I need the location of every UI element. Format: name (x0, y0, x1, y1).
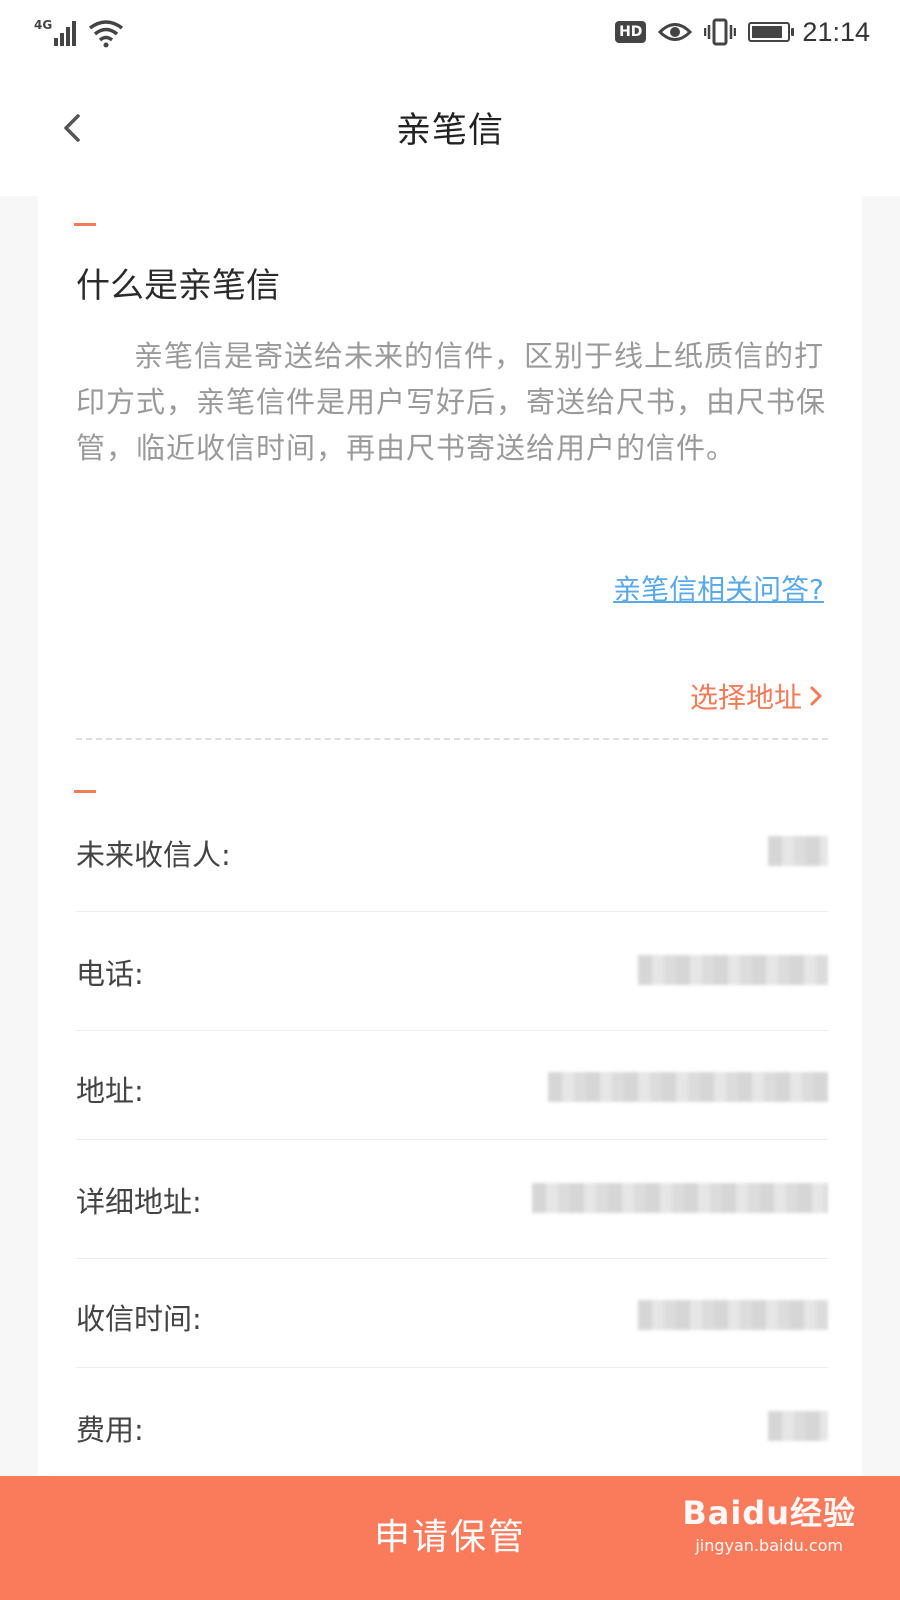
cell-signal-icon: 4G (34, 18, 78, 48)
row-value-redacted (768, 836, 828, 866)
row-label: 电话: (76, 957, 144, 991)
select-address-label: 选择地址 (689, 681, 802, 714)
row-value-redacted (638, 955, 828, 985)
faq-link[interactable]: 亲笔信相关问答? (613, 568, 824, 608)
dashed-divider (76, 738, 828, 740)
form-row-recipient[interactable]: 未来收信人: (76, 814, 828, 912)
row-value-redacted (548, 1072, 828, 1102)
form-accent-dash (74, 790, 96, 793)
form-row-detail-address[interactable]: 详细地址: (76, 1139, 828, 1259)
form-row-receive-time[interactable]: 收信时间: (76, 1258, 828, 1368)
row-value-redacted (638, 1300, 828, 1330)
status-left: 4G (34, 12, 124, 48)
clock: 21:14 (802, 16, 870, 47)
page-title: 亲笔信 (395, 111, 504, 151)
form-row-phone[interactable]: 电话: (76, 911, 828, 1031)
hd-badge: HD (615, 21, 647, 43)
select-address-button[interactable]: 选择地址 (690, 676, 824, 716)
intro-description: 亲笔信是寄送给未来的信件，区别于线上纸质信的打印方式，亲笔信件是用户写好后，寄送… (76, 339, 827, 465)
wifi-icon (88, 20, 124, 48)
content-card: 什么是亲笔信 亲笔信是寄送给未来的信件，区别于线上纸质信的打印方式，亲笔信件是用… (38, 196, 862, 1476)
form-row-fee[interactable]: 费用: (76, 1367, 828, 1476)
status-right: HD 21:14 (615, 12, 870, 52)
watermark-logo-text: Baidu经验 (682, 1494, 856, 1532)
chevron-right-icon (810, 686, 823, 706)
section-accent-dash (74, 223, 96, 226)
nav-bar: 亲笔信 (0, 62, 900, 196)
baidu-watermark: Baidu经验 jingyan.baidu.com (682, 1488, 856, 1555)
vibrate-icon (704, 18, 737, 46)
row-value-redacted (532, 1183, 828, 1213)
form-row-address[interactable]: 地址: (76, 1030, 828, 1140)
section-heading: 什么是亲笔信 (76, 266, 280, 306)
battery-icon (748, 22, 795, 42)
row-label: 收信时间: (76, 1302, 202, 1336)
network-type-label: 4G (34, 18, 53, 32)
row-label: 详细地址: (76, 1185, 202, 1219)
row-value-redacted (768, 1411, 828, 1441)
watermark-url: jingyan.baidu.com (695, 1536, 843, 1555)
row-label: 费用: (76, 1413, 144, 1447)
row-label: 地址: (76, 1074, 144, 1108)
eye-icon (658, 23, 693, 41)
row-label: 未来收信人: (76, 838, 231, 872)
status-bar: 4G HD 21:14 (0, 0, 900, 62)
